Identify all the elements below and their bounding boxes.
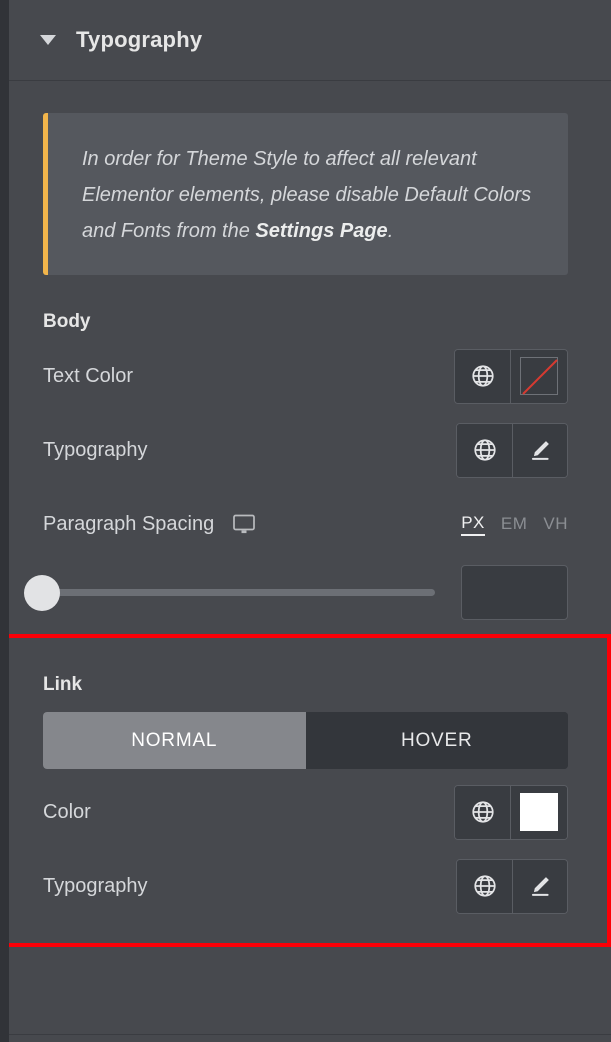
chevron-down-icon[interactable] <box>40 32 56 48</box>
text-color-swatch-cell[interactable] <box>510 349 567 403</box>
row-link-typography: Typography <box>43 855 568 917</box>
row-paragraph-spacing: Paragraph Spacing PX EM VH <box>43 493 568 555</box>
pencil-icon[interactable] <box>512 859 567 913</box>
paragraph-spacing-input[interactable] <box>461 565 568 620</box>
paragraph-spacing-slider[interactable] <box>24 571 435 615</box>
unit-px[interactable]: PX <box>461 513 485 536</box>
row-text-color: Text Color <box>43 345 568 407</box>
pencil-icon[interactable] <box>512 423 567 477</box>
row-link-color: Color <box>43 781 568 843</box>
section-header-typography[interactable]: Typography <box>0 0 611 81</box>
theme-style-typography-panel: Typography In order for Theme Style to a… <box>0 0 611 1042</box>
unit-em[interactable]: EM <box>501 514 528 534</box>
link-section-highlight: Link NORMAL HOVER Color Typography <box>0 634 611 947</box>
slider-track[interactable] <box>43 589 435 596</box>
globe-icon[interactable] <box>455 349 510 403</box>
unit-vh[interactable]: VH <box>543 514 568 534</box>
row-label-link-typography: Typography <box>43 874 148 897</box>
row-label-paragraph-spacing: Paragraph Spacing <box>43 512 215 535</box>
group-label-link: Link <box>43 674 83 695</box>
color-swatch-white[interactable] <box>520 793 558 831</box>
globe-icon[interactable] <box>457 423 512 477</box>
panel-bottom-strip <box>0 1034 611 1042</box>
row-label-body-typography: Typography <box>43 438 148 461</box>
unit-selector: PX EM VH <box>461 513 568 536</box>
row-label-text-color: Text Color <box>43 364 134 387</box>
settings-page-link[interactable]: Settings Page <box>255 220 387 242</box>
body-settings-group: In order for Theme Style to affect all r… <box>0 113 611 620</box>
tab-hover[interactable]: HOVER <box>305 712 568 769</box>
color-swatch-empty[interactable] <box>520 357 558 395</box>
globe-icon[interactable] <box>455 785 510 839</box>
link-color-swatch-cell[interactable] <box>510 785 567 839</box>
desktop-icon[interactable] <box>232 513 256 535</box>
link-state-tabs: NORMAL HOVER <box>43 712 568 769</box>
theme-style-notice: In order for Theme Style to affect all r… <box>43 113 568 275</box>
link-color-control <box>454 784 568 840</box>
tab-normal[interactable]: NORMAL <box>43 712 306 769</box>
slider-handle[interactable] <box>24 574 60 611</box>
notice-text-part2: . <box>387 220 394 242</box>
row-label-link-color: Color <box>43 800 91 823</box>
notice-text: In order for Theme Style to affect all r… <box>82 141 538 249</box>
panel-content: In order for Theme Style to affect all r… <box>0 81 611 1042</box>
panel-left-gutter <box>0 0 9 1042</box>
page-title: Typography <box>76 27 203 52</box>
body-typography-control <box>456 422 568 478</box>
row-body-typography: Typography <box>43 419 568 481</box>
group-label-body: Body <box>43 311 91 332</box>
paragraph-spacing-slider-row <box>24 565 568 620</box>
link-typography-control <box>456 858 568 914</box>
text-color-control <box>454 348 568 404</box>
globe-icon[interactable] <box>457 859 512 913</box>
